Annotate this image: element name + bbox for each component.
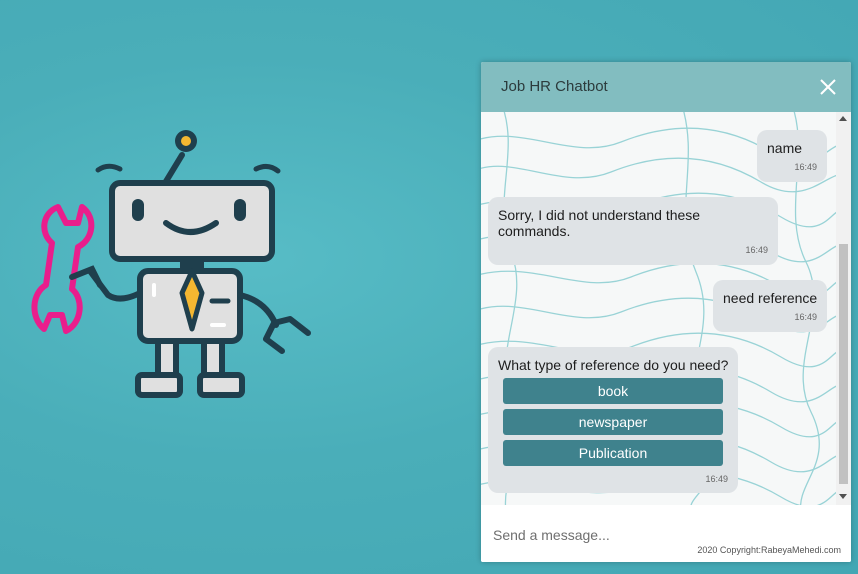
message-text: name xyxy=(767,140,803,156)
message-text: Sorry, I did not understand these comman… xyxy=(498,207,701,239)
scrollbar[interactable] xyxy=(836,112,851,505)
scroll-up-arrow-icon[interactable] xyxy=(839,116,847,121)
message-user-1: name 16:49 xyxy=(757,130,827,182)
antenna xyxy=(95,130,281,186)
message-text: What type of reference do you need? xyxy=(498,357,729,373)
wrench-icon xyxy=(31,204,95,334)
robot-body xyxy=(137,268,243,344)
chat-title: Job HR Chatbot xyxy=(501,78,608,95)
message-time: 16:49 xyxy=(705,474,728,484)
chat-header: Job HR Chatbot xyxy=(481,62,851,112)
scroll-down-arrow-icon[interactable] xyxy=(839,494,847,499)
scroll-thumb[interactable] xyxy=(839,244,848,484)
option-newspaper-button[interactable]: newspaper xyxy=(503,409,723,435)
close-icon[interactable] xyxy=(819,78,837,96)
option-publication-button[interactable]: Publication xyxy=(503,440,723,466)
message-time: 16:49 xyxy=(745,245,768,255)
chat-footer: 2020 Copyright:RabeyaMehedi.com xyxy=(481,505,851,562)
robot-illustration xyxy=(31,130,311,398)
message-list[interactable]: name 16:49 Sorry, I did not understand t… xyxy=(481,112,851,505)
message-text: need reference xyxy=(723,290,818,306)
message-user-2: need reference 16:49 xyxy=(713,280,827,332)
message-time: 16:49 xyxy=(794,162,817,172)
chat-window: Job HR Chatbot name 16:49 Sorry, I did n… xyxy=(481,62,851,562)
message-time: 16:49 xyxy=(794,312,817,322)
option-book-button[interactable]: book xyxy=(503,378,723,404)
robot-head xyxy=(109,180,275,262)
message-bot-1: Sorry, I did not understand these comman… xyxy=(488,197,778,265)
copyright-text: 2020 Copyright:RabeyaMehedi.com xyxy=(697,545,841,555)
message-bot-2: What type of reference do you need? book… xyxy=(488,347,738,493)
robot-legs xyxy=(135,338,245,398)
